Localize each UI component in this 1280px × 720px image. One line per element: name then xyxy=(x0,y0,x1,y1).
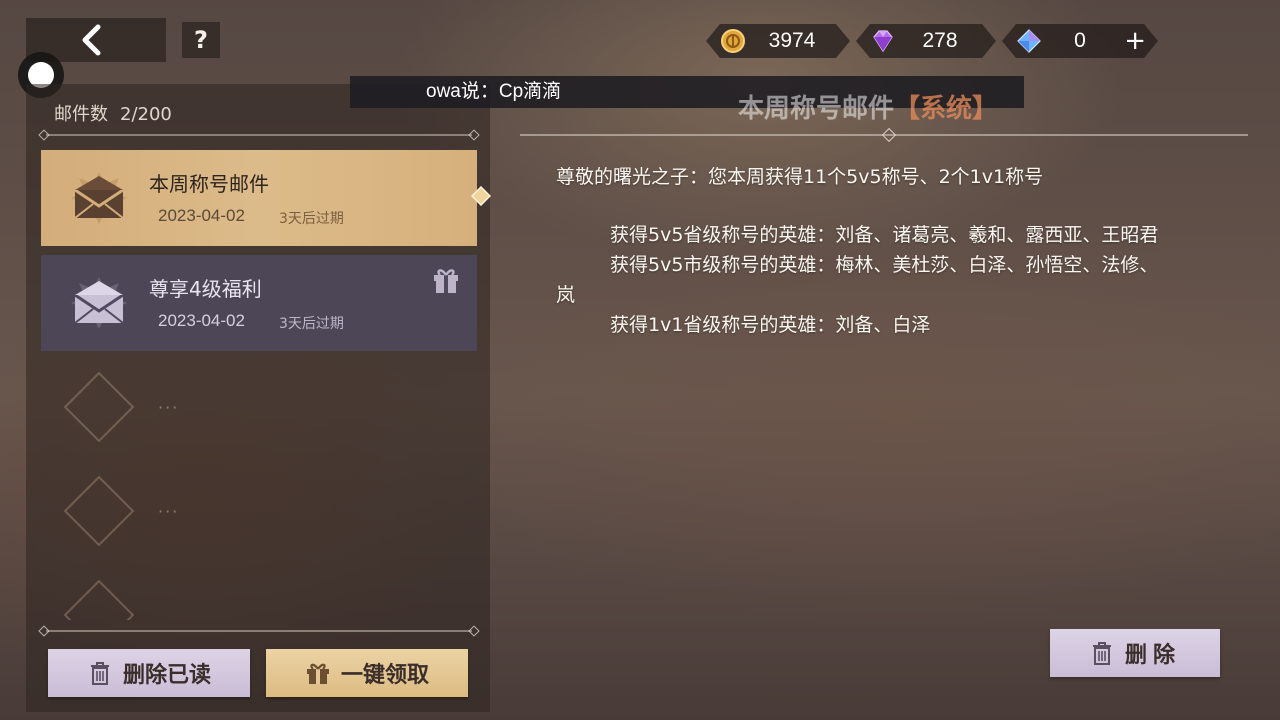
mail-item-weekly-title[interactable]: 本周称号邮件 2023-04-02 3天后过期 xyxy=(41,150,491,246)
blue-diamond-icon xyxy=(1016,28,1042,54)
mail-detail-title-text: 本周称号邮件 xyxy=(738,94,895,124)
gold-coin-icon xyxy=(720,28,746,54)
purple-diamond-amount: 278 xyxy=(922,29,958,52)
empty-mail-slot xyxy=(64,580,134,620)
mail-line: 获得1v1省级称号的英雄：刘备、白泽 xyxy=(610,314,931,336)
envelope-icon xyxy=(71,172,127,224)
mail-item-level4-benefit[interactable]: 尊享4级福利 2023-04-02 3天后过期 xyxy=(41,255,477,351)
trash-icon xyxy=(90,662,109,685)
gift-icon xyxy=(306,663,329,684)
empty-slot-frame xyxy=(64,580,134,620)
mail-date: 2023-04-02 xyxy=(158,206,245,225)
trash-icon xyxy=(1092,642,1111,665)
gift-icon xyxy=(434,269,458,293)
broadcast-text: owa说：Cp滴滴 xyxy=(426,81,562,102)
claim-all-button[interactable]: 一键领取 xyxy=(266,649,468,697)
empty-mail-slot: ··· xyxy=(63,371,177,443)
chevron-left-icon xyxy=(82,24,101,56)
mail-line: 获得5v5省级称号的英雄：刘备、诸葛亮、羲和、露西亚、王昭君 xyxy=(610,224,1159,246)
mail-count-label: 邮件数 xyxy=(54,104,108,125)
envelope-icon xyxy=(71,277,127,329)
empty-slot-frame xyxy=(63,371,135,443)
mail-detail-tag: 【系统】 xyxy=(894,94,999,124)
mail-line-continuation: 岚 xyxy=(556,284,576,306)
delete-read-label: 删除已读 xyxy=(122,663,211,688)
selected-indicator-icon xyxy=(471,186,491,206)
add-currency-button[interactable]: + xyxy=(1124,26,1146,56)
list-top-divider xyxy=(46,134,472,136)
help-button[interactable]: ? xyxy=(182,22,220,58)
list-bottom-divider xyxy=(46,630,472,632)
mail-line: 获得5v5市级称号的英雄：梅林、美杜莎、白泽、孙悟空、法修、 xyxy=(610,254,1159,276)
blue-diamond-amount: 0 xyxy=(1074,29,1086,52)
delete-mail-button[interactable]: 删除 xyxy=(1050,629,1220,677)
currency-blue-diamond: 0 + xyxy=(1002,24,1158,58)
mail-greeting: 尊敬的曙光之子：您本周获得11个5v5称号、2个1v1称号 xyxy=(556,166,1044,188)
claim-all-label: 一键领取 xyxy=(340,663,429,688)
currency-gold: 3974 xyxy=(706,24,850,58)
purple-diamond-icon xyxy=(870,28,896,54)
mail-subject: 尊享4级福利 xyxy=(149,277,262,301)
mail-detail-title: 本周称号邮件【系统】 xyxy=(738,88,998,125)
mail-date: 2023-04-02 xyxy=(158,311,245,330)
mail-count-value: 2/200 xyxy=(120,104,172,125)
gold-amount: 3974 xyxy=(768,29,816,52)
delete-mail-label: 删除 xyxy=(1124,643,1181,668)
detail-divider xyxy=(520,134,1248,136)
empty-slot-frame xyxy=(63,475,135,547)
empty-mail-slot: ··· xyxy=(63,475,177,547)
mail-count: 邮件数 2/200 xyxy=(54,100,172,126)
mail-subject: 本周称号邮件 xyxy=(149,172,269,196)
mail-expire: 3天后过期 xyxy=(279,211,344,227)
empty-slot-placeholder: ··· xyxy=(158,502,180,521)
empty-slot-placeholder: ··· xyxy=(158,398,180,417)
mail-expire: 3天后过期 xyxy=(279,316,344,332)
delete-read-button[interactable]: 删除已读 xyxy=(48,649,250,697)
mail-detail-body: 尊敬的曙光之子：您本周获得11个5v5称号、2个1v1称号 获得5v5省级称号的… xyxy=(556,162,1246,340)
currency-purple-diamond: 278 xyxy=(856,24,996,58)
